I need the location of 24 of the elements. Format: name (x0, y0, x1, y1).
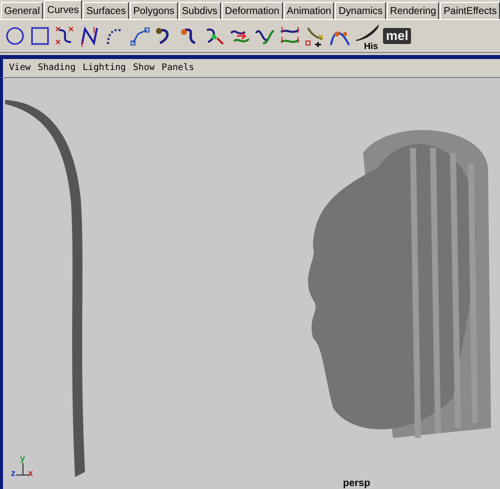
shelf-tab[interactable]: Rendering (386, 2, 440, 19)
mel-shelf-button[interactable]: mel (383, 28, 412, 44)
panel-menu-item[interactable]: Panels (162, 63, 194, 73)
camera-label: persp (343, 478, 370, 489)
n-curve-icon[interactable] (79, 25, 101, 47)
shelf-tab[interactable]: Dynamics (335, 2, 386, 19)
shelf-tab[interactable]: Curves (44, 0, 82, 19)
panel-menu-item[interactable]: Shading (38, 63, 76, 73)
shelf-tab[interactable]: Polygons (130, 2, 178, 19)
axis-gizmo: y z x (11, 457, 34, 479)
panel-menu-item[interactable]: Show (132, 63, 155, 73)
shelf-tab[interactable]: Surfaces (83, 2, 130, 19)
panel-menu-item[interactable]: View (9, 63, 31, 73)
shelf-tab[interactable]: Animation (284, 2, 334, 19)
shelf-tab[interactable]: General (1, 2, 44, 19)
shelf-tab[interactable]: Subdivs (178, 2, 221, 19)
curve-points-icon[interactable] (54, 25, 76, 47)
add-point-icon[interactable] (304, 25, 326, 47)
panel-menu-item[interactable]: Lighting (82, 63, 126, 73)
shelf-tab[interactable]: Deformation (222, 2, 283, 19)
square-icon[interactable] (29, 25, 51, 47)
circle-icon[interactable] (4, 25, 26, 47)
shelf-tab[interactable]: PaintEffects (440, 2, 500, 19)
polyline-icon[interactable] (129, 25, 151, 47)
